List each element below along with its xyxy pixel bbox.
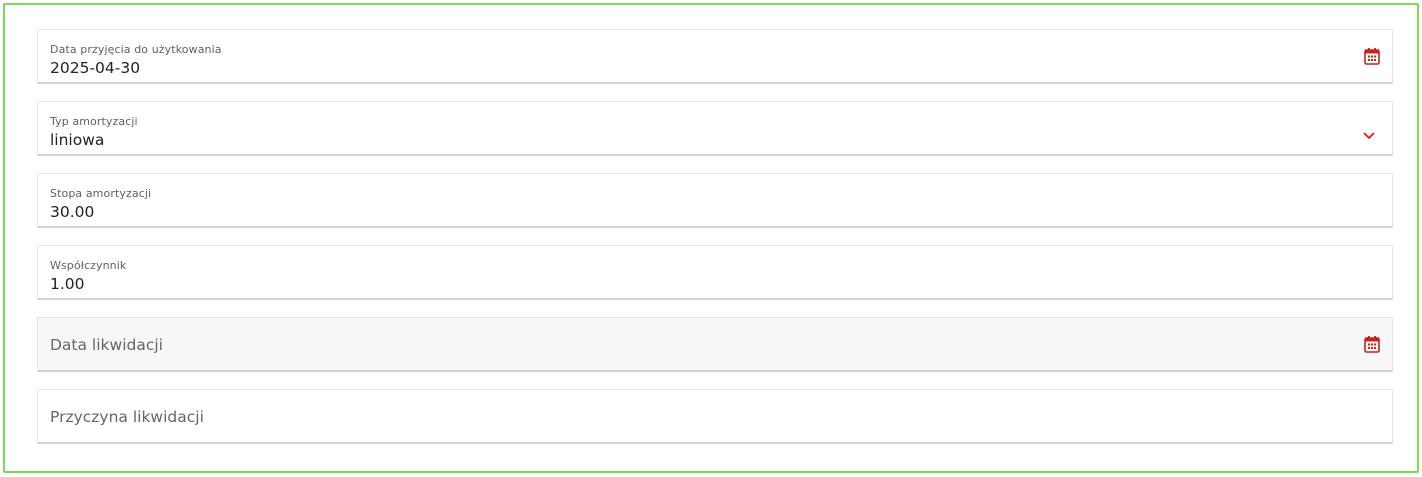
coefficient-label: Współczynnik <box>50 259 127 272</box>
calendar-icon[interactable] <box>1364 335 1380 353</box>
form-panel: Data przyjęcia do użytkowania 2025-04-30… <box>3 3 1419 473</box>
liquidation-reason-placeholder: Przyczyna likwidacji <box>50 408 204 426</box>
liquidation-date-field[interactable]: Data likwidacji <box>37 317 1393 372</box>
depreciation-type-select[interactable]: Typ amortyzacji liniowa <box>37 101 1393 156</box>
chevron-down-icon[interactable] <box>1363 125 1375 139</box>
acceptance-date-value[interactable]: 2025-04-30 <box>50 59 140 77</box>
liquidation-reason-field[interactable]: Przyczyna likwidacji <box>37 389 1393 444</box>
acceptance-date-label: Data przyjęcia do użytkowania <box>50 43 222 56</box>
coefficient-value[interactable]: 1.00 <box>50 275 85 293</box>
liquidation-date-placeholder: Data likwidacji <box>50 336 163 354</box>
depreciation-type-label: Typ amortyzacji <box>50 115 138 128</box>
depreciation-rate-field[interactable]: Stopa amortyzacji 30.00 <box>37 173 1393 228</box>
acceptance-date-field[interactable]: Data przyjęcia do użytkowania 2025-04-30 <box>37 29 1393 84</box>
depreciation-rate-label: Stopa amortyzacji <box>50 187 152 200</box>
depreciation-type-value[interactable]: liniowa <box>50 131 104 149</box>
depreciation-rate-value[interactable]: 30.00 <box>50 203 94 221</box>
coefficient-field[interactable]: Współczynnik 1.00 <box>37 245 1393 300</box>
calendar-icon[interactable] <box>1364 47 1380 65</box>
